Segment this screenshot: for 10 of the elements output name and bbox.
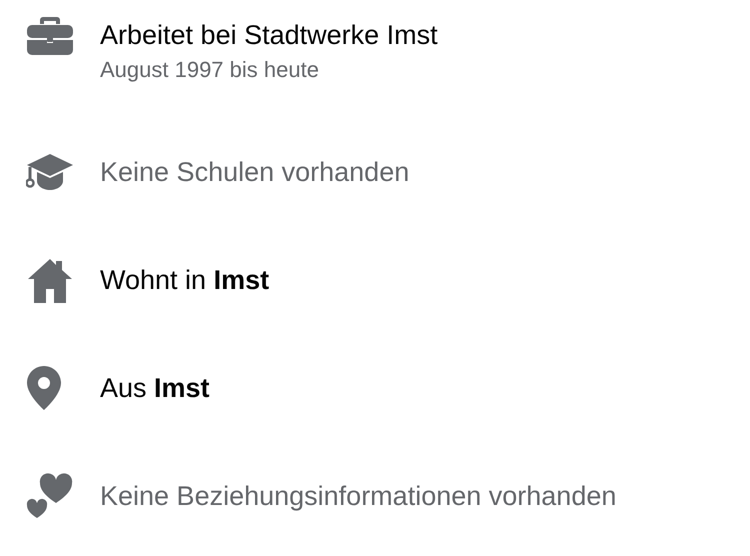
house-icon: [26, 257, 74, 303]
info-text: Arbeitet bei Stadtwerke Imst: [100, 19, 438, 52]
date-range-text: August 1997 bis heute: [100, 56, 320, 84]
location-pin-icon: [26, 365, 62, 411]
graduation-cap-icon: [26, 152, 74, 192]
info-text: Keine Schulen vorhanden: [100, 156, 410, 189]
info-text: Keine Beziehungsinformationen vorhanden: [100, 480, 616, 513]
info-text: Aus Imst: [100, 372, 210, 405]
briefcase-icon: [26, 15, 74, 55]
info-text: Wohnt in Imst: [100, 264, 270, 297]
